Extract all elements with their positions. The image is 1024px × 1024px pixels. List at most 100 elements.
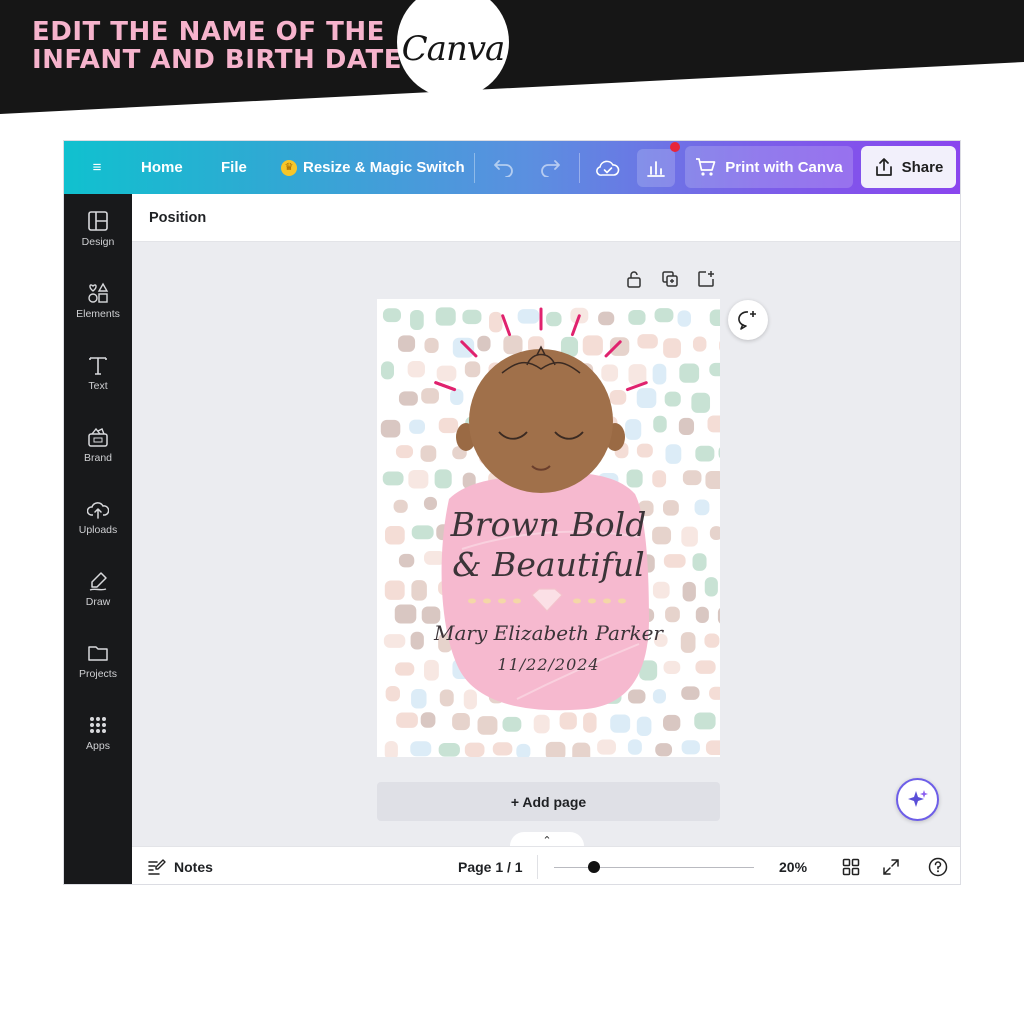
sidebar-item-label: Projects [79, 668, 117, 680]
pattern-dot [380, 419, 401, 438]
pattern-dot [636, 716, 652, 736]
zoom-value[interactable]: 20% [779, 847, 807, 884]
draw-icon [89, 572, 107, 591]
sidebar-item-apps[interactable]: Apps [64, 708, 132, 770]
resize-label: Resize & Magic Switch [303, 159, 465, 176]
folder-icon [88, 646, 108, 661]
sidebar-item-text[interactable]: Text [64, 348, 132, 410]
pattern-dot [679, 363, 700, 383]
pattern-dot [407, 361, 425, 378]
add-page-button[interactable]: + Add page [377, 782, 720, 821]
sidebar-item-brand[interactable]: Brand [64, 420, 132, 482]
pattern-dot [609, 389, 627, 405]
sidebar-item-projects[interactable]: Projects [64, 636, 132, 698]
design-page[interactable]: Brown Bold & Beautiful Mary Elizabeth Pa… [377, 299, 720, 757]
pattern-dot [652, 363, 667, 385]
save-status-button[interactable] [589, 149, 627, 187]
infant-name-text[interactable]: Mary Elizabeth Parker [377, 621, 720, 645]
pattern-dot [694, 712, 716, 730]
sparkle-icon [907, 789, 928, 807]
comment-add-icon [738, 311, 756, 330]
pattern-dot [516, 743, 531, 757]
sidebar-item-draw[interactable]: Draw [64, 564, 132, 626]
pattern-dot [628, 364, 647, 386]
pattern-dot [610, 714, 631, 733]
sparkle-dot [468, 598, 476, 604]
pattern-dot [681, 686, 700, 700]
add-new-page-button[interactable] [696, 269, 716, 289]
pattern-dot [434, 469, 452, 489]
pattern-dot [411, 689, 427, 709]
pattern-dot [464, 361, 481, 378]
pattern-dot [464, 742, 485, 757]
home-menu-button[interactable]: Home [141, 141, 183, 194]
help-button[interactable] [928, 857, 948, 877]
notes-button[interactable]: Notes [148, 847, 213, 884]
pattern-dot [719, 340, 720, 351]
promo-banner: EDIT THE NAME OF THE INFANT AND BIRTH DA… [0, 0, 1024, 120]
pattern-dot [463, 689, 477, 710]
pattern-dot [420, 445, 437, 462]
pattern-dot [665, 444, 682, 464]
zoom-slider-thumb[interactable] [588, 861, 600, 873]
bottom-status-bar: Notes Page 1 / 1 20% [132, 846, 960, 884]
pattern-dot [503, 335, 523, 355]
redo-button[interactable] [531, 149, 569, 187]
grid-view-icon [842, 858, 860, 876]
sidebar-item-elements[interactable]: Elements [64, 276, 132, 338]
canva-logo-text: Canva [401, 29, 506, 69]
position-button[interactable]: Position [149, 194, 206, 242]
pattern-dot [559, 712, 577, 730]
chevron-up-icon: ⌃ [542, 834, 552, 847]
pattern-dot [452, 337, 475, 358]
insights-button[interactable] [637, 149, 675, 187]
crown-icon: ♛ [281, 159, 297, 176]
undo-button[interactable] [485, 149, 523, 187]
pattern-dot [462, 309, 482, 325]
share-button[interactable]: Share [861, 146, 956, 188]
sidebar-item-design[interactable]: Design [64, 204, 132, 266]
pattern-dot [663, 338, 681, 358]
pattern-dot [408, 470, 429, 489]
lock-page-button[interactable] [624, 269, 644, 289]
pattern-dot [601, 364, 619, 382]
pattern-dot [436, 365, 457, 382]
fullscreen-button[interactable] [881, 857, 901, 877]
pattern-dot [439, 689, 454, 707]
help-icon [928, 857, 948, 877]
pattern-dot [382, 471, 404, 486]
pattern-dot [636, 388, 657, 408]
pattern-dot [681, 740, 700, 755]
magic-assistant-button[interactable] [896, 778, 939, 821]
pattern-dot [718, 447, 720, 459]
pattern-dot [709, 686, 720, 700]
grid-view-button[interactable] [841, 857, 861, 877]
sparkle-dot [618, 598, 626, 604]
brand-icon [88, 427, 108, 447]
pattern-dot [665, 606, 680, 623]
pattern-dot [707, 415, 720, 433]
sparkle-dot [498, 598, 506, 604]
resize-magic-switch-button[interactable]: ♛ Resize & Magic Switch [281, 141, 465, 194]
apps-grid-icon [90, 717, 106, 733]
pattern-dot [695, 445, 715, 462]
cart-icon [696, 158, 716, 176]
main-menu-button[interactable]: ≡ [84, 141, 110, 194]
pattern-dot [396, 712, 418, 728]
card-headline-line-2[interactable]: & Beautiful [377, 545, 720, 584]
sidebar-item-uploads[interactable]: Uploads [64, 492, 132, 554]
birth-date-text[interactable]: 11/22/2024 [377, 655, 720, 674]
zoom-slider[interactable] [554, 861, 754, 873]
add-comment-button[interactable] [728, 300, 768, 340]
file-menu-button[interactable]: File [221, 141, 247, 194]
share-label: Share [901, 158, 944, 176]
pattern-dot [410, 309, 424, 330]
toolbar-divider [474, 153, 475, 183]
pattern-dot [517, 309, 540, 324]
page-indicator[interactable]: Page 1 / 1 [458, 847, 523, 884]
screenshot-root: EDIT THE NAME OF THE INFANT AND BIRTH DA… [0, 0, 1024, 1024]
duplicate-page-button[interactable] [660, 269, 680, 289]
pattern-dot [382, 308, 401, 323]
print-with-canva-button[interactable]: Print with Canva [685, 146, 853, 188]
card-headline-line-1[interactable]: Brown Bold [377, 505, 720, 544]
